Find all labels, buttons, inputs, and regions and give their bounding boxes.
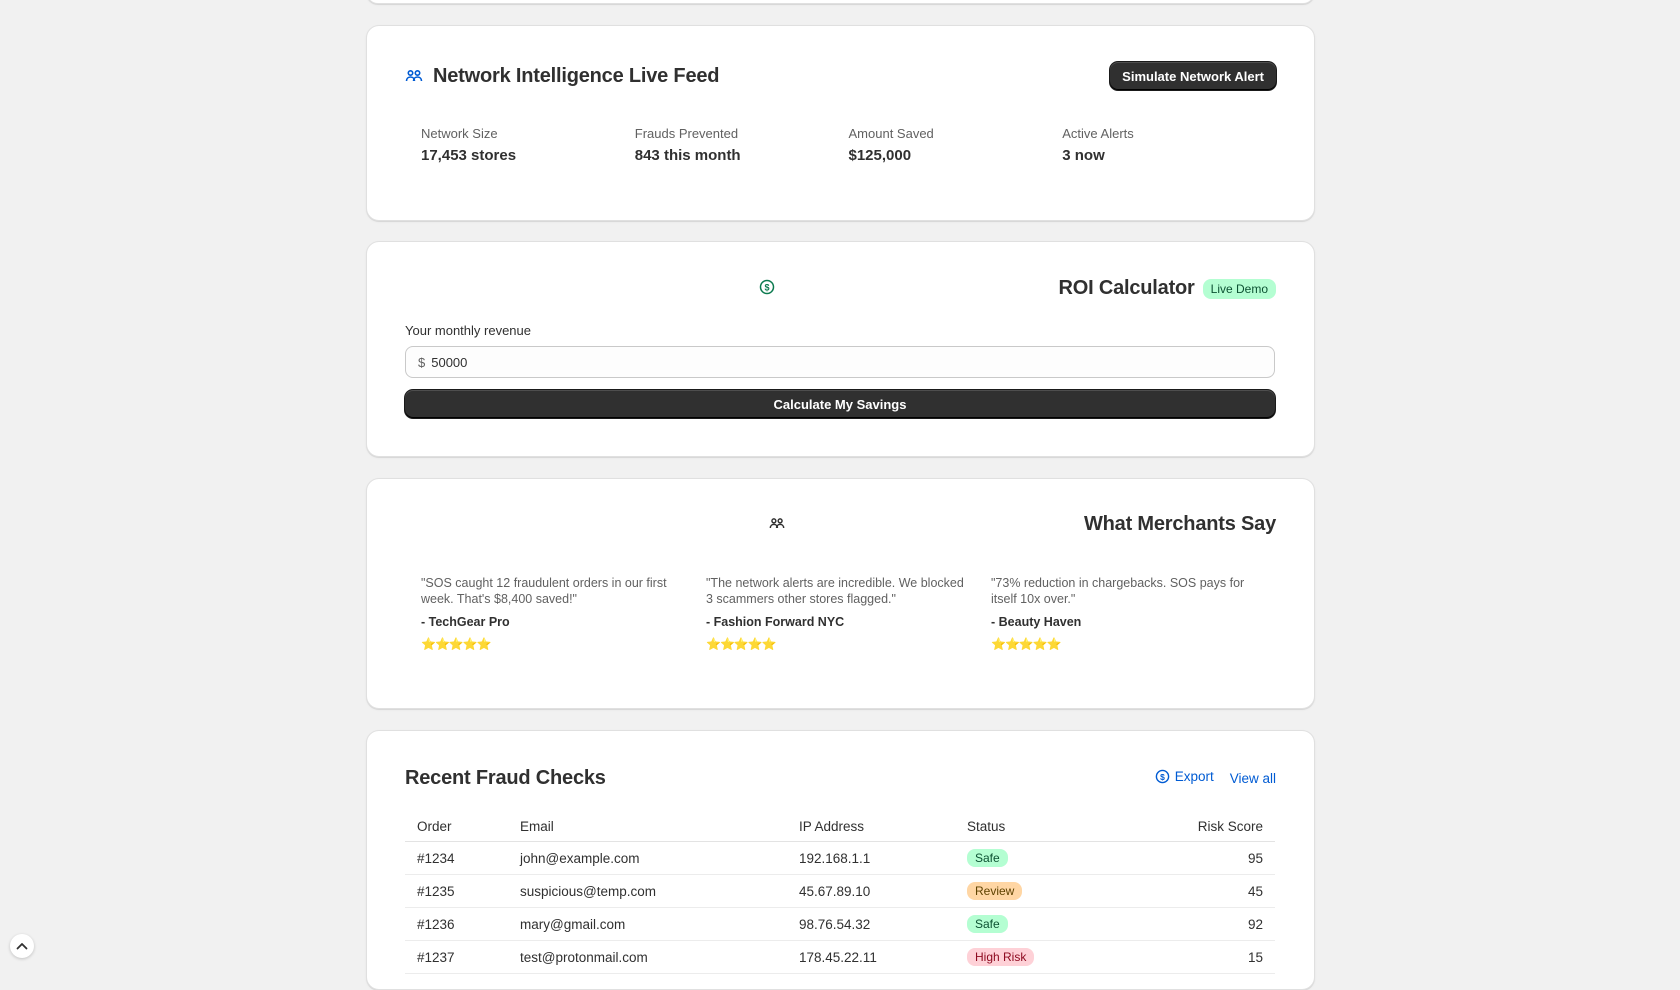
stat-network-size: Network Size 17,453 stores <box>421 126 635 164</box>
currency-prefix: $ <box>418 354 426 370</box>
testimonial-item: "SOS caught 12 fraudulent orders in our … <box>421 575 706 651</box>
risk-score-cell: 95 <box>1105 841 1275 875</box>
stat-label: Amount Saved <box>848 126 934 141</box>
previous-card <box>366 0 1315 4</box>
status-cell: Safe <box>955 841 1105 875</box>
email-cell: test@protonmail.com <box>508 940 787 974</box>
stat-value: 3 now <box>1062 147 1105 164</box>
ip-cell: 192.168.1.1 <box>787 841 955 875</box>
stat-label: Frauds Prevented <box>634 126 739 141</box>
testimonials-list: "SOS caught 12 fraudulent orders in our … <box>421 575 1276 651</box>
status-badge: Safe <box>967 849 1008 867</box>
status-cell: High Risk <box>955 940 1105 974</box>
stat-label: Network Size <box>421 126 498 141</box>
testimonial-quote: "73% reduction in chargebacks. SOS pays … <box>991 576 1245 606</box>
column-header-order: Order <box>405 813 508 842</box>
testimonial-author: - Fashion Forward NYC <box>706 615 845 629</box>
network-title-wrap: Network Intelligence Live Feed <box>405 64 720 88</box>
fraud-checks-header: Recent Fraud Checks $ Export View all <box>405 767 1276 790</box>
testimonial-author: - Beauty Haven <box>991 615 1082 629</box>
svg-text:$: $ <box>1160 772 1165 782</box>
network-header: Network Intelligence Live Feed Simulate … <box>405 62 1276 90</box>
order-cell: #1237 <box>405 940 508 974</box>
email-cell: john@example.com <box>508 841 787 875</box>
network-intelligence-card: Network Intelligence Live Feed Simulate … <box>366 25 1315 221</box>
testimonial-item: "73% reduction in chargebacks. SOS pays … <box>991 575 1276 651</box>
monthly-revenue-label: Your monthly revenue <box>405 323 531 338</box>
live-demo-badge: Live Demo <box>1202 278 1276 299</box>
stat-amount-saved: Amount Saved $125,000 <box>849 126 1063 164</box>
simulate-network-alert-button[interactable]: Simulate Network Alert <box>1110 62 1276 90</box>
monthly-revenue-field[interactable]: $ <box>405 346 1275 378</box>
column-header-risk-score: Risk Score <box>1105 813 1275 842</box>
email-cell: suspicious@temp.com <box>508 874 787 908</box>
view-all-link[interactable]: View all <box>1230 771 1276 786</box>
people-icon <box>405 69 423 83</box>
risk-score-cell: 45 <box>1105 874 1275 908</box>
roi-header: $ ROI Calculator Live Demo <box>405 277 1276 300</box>
monthly-revenue-input[interactable] <box>431 354 1232 370</box>
recent-fraud-checks-card: Recent Fraud Checks $ Export View all Or… <box>366 730 1315 990</box>
testimonial-quote: "SOS caught 12 fraudulent orders in our … <box>421 576 667 606</box>
risk-score-cell: 92 <box>1105 907 1275 941</box>
column-header-status: Status <box>955 813 1105 842</box>
status-cell: Review <box>955 874 1105 908</box>
table-row[interactable]: #1234 john@example.com 192.168.1.1 Safe … <box>405 841 1275 875</box>
people-icon <box>769 517 785 530</box>
column-header-ip: IP Address <box>787 813 955 842</box>
table-row[interactable]: #1236 mary@gmail.com 98.76.54.32 Safe 92 <box>405 907 1275 941</box>
export-label: Export <box>1174 769 1214 784</box>
ip-cell: 178.45.22.11 <box>787 940 955 974</box>
ip-cell: 98.76.54.32 <box>787 907 955 941</box>
stat-active-alerts: Active Alerts 3 now <box>1062 126 1276 164</box>
status-cell: Safe <box>955 907 1105 941</box>
dollar-circle-icon: $ <box>759 279 775 295</box>
star-rating: ⭐⭐⭐⭐⭐ <box>421 637 492 651</box>
testimonials-title: What Merchants Say <box>1083 513 1276 535</box>
fraud-checks-table: Order Email IP Address Status Risk Score… <box>405 813 1275 974</box>
fraud-checks-actions: $ Export View all <box>1155 769 1276 786</box>
export-link[interactable]: $ Export <box>1155 769 1214 784</box>
stat-label: Active Alerts <box>1062 126 1134 141</box>
stat-value: $125,000 <box>848 147 912 164</box>
order-cell: #1234 <box>405 841 508 875</box>
stat-frauds-prevented: Frauds Prevented 843 this month <box>635 126 849 164</box>
testimonials-card: What Merchants Say "SOS caught 12 fraudu… <box>366 478 1315 709</box>
roi-title: ROI Calculator <box>1058 277 1195 299</box>
star-rating: ⭐⭐⭐⭐⭐ <box>706 637 777 651</box>
stat-value: 843 this month <box>634 147 741 164</box>
testimonial-item: "The network alerts are incredible. We b… <box>706 575 991 651</box>
table-row[interactable]: #1235 suspicious@temp.com 45.67.89.10 Re… <box>405 874 1275 908</box>
roi-calculator-card: $ ROI Calculator Live Demo Your monthly … <box>366 241 1315 457</box>
order-cell: #1235 <box>405 874 508 908</box>
column-header-email: Email <box>508 813 787 842</box>
stat-value: 17,453 stores <box>421 147 517 164</box>
star-rating: ⭐⭐⭐⭐⭐ <box>991 637 1062 651</box>
table-row[interactable]: #1237 test@protonmail.com 178.45.22.11 H… <box>405 940 1275 974</box>
dollar-circle-icon: $ <box>1155 769 1170 784</box>
ip-cell: 45.67.89.10 <box>787 874 955 908</box>
svg-text:$: $ <box>764 283 769 293</box>
roi-title-wrap: ROI Calculator Live Demo <box>1059 277 1276 300</box>
scroll-to-top-button[interactable] <box>10 934 34 958</box>
calculate-savings-button[interactable]: Calculate My Savings <box>405 390 1275 418</box>
table-header-row: Order Email IP Address Status Risk Score <box>405 813 1275 842</box>
risk-score-cell: 15 <box>1105 940 1275 974</box>
email-cell: mary@gmail.com <box>508 907 787 941</box>
status-badge: Review <box>967 882 1023 900</box>
fraud-checks-title: Recent Fraud Checks <box>405 767 606 789</box>
testimonial-author: - TechGear Pro <box>421 615 510 629</box>
network-stats: Network Size 17,453 stores Frauds Preven… <box>421 126 1276 164</box>
status-badge: High Risk <box>967 948 1035 966</box>
chevron-up-icon <box>16 942 28 950</box>
testimonial-quote: "The network alerts are incredible. We b… <box>706 576 964 606</box>
network-title: Network Intelligence Live Feed <box>433 64 720 87</box>
order-cell: #1236 <box>405 907 508 941</box>
testimonials-header: What Merchants Say <box>405 513 1276 536</box>
status-badge: Safe <box>967 915 1008 933</box>
